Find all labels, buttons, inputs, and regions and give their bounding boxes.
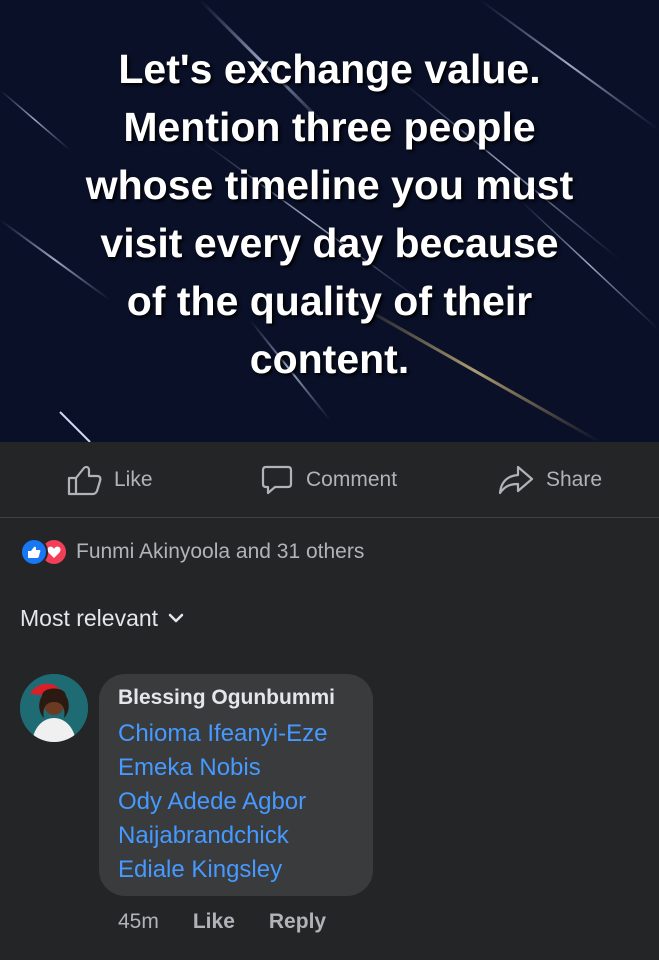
comment-reply-button[interactable]: Reply (269, 910, 326, 934)
comment-button[interactable]: Comment (260, 464, 397, 496)
share-button[interactable]: Share (498, 464, 602, 496)
profile-photo (20, 674, 88, 742)
comment-button-label: Comment (306, 468, 398, 491)
post-action-bar: Like Comment Share (0, 442, 659, 518)
comment-like-button[interactable]: Like (193, 910, 235, 934)
post-text: Let's exchange value. Mention three peop… (30, 40, 629, 388)
like-button[interactable]: Like (66, 464, 153, 496)
comment-bubble[interactable]: Blessing Ogunbummi Chioma Ifeanyi-Eze Em… (99, 674, 373, 896)
like-reaction-icon (20, 538, 48, 566)
mention-link[interactable]: Ediale Kingsley (118, 853, 327, 887)
mention-link[interactable]: Naijabrandchick (118, 819, 327, 853)
post-text-line: Mention three people (123, 104, 536, 150)
reactions-text: Funmi Akinyoola and 31 others (76, 540, 365, 563)
mention-link[interactable]: Emeka Nobis (118, 751, 327, 785)
post-text-line: visit every day because (100, 220, 559, 266)
mention-list: Chioma Ifeanyi-Eze Emeka Nobis Ody Adede… (118, 717, 327, 887)
comment-timestamp[interactable]: 45m (118, 910, 159, 934)
post-text-line: whose timeline you must (85, 162, 574, 208)
share-button-label: Share (546, 468, 603, 491)
comment-author[interactable]: Blessing Ogunbummi (118, 686, 335, 710)
avatar[interactable] (20, 674, 88, 742)
sort-label: Most relevant (20, 604, 159, 631)
share-arrow-icon (498, 465, 534, 495)
post-text-line: of the quality of their (126, 278, 533, 324)
like-button-label: Like (114, 468, 153, 491)
post-image[interactable]: Let's exchange value. Mention three peop… (0, 0, 659, 442)
mention-link[interactable]: Ody Adede Agbor (118, 785, 327, 819)
mention-link[interactable]: Chioma Ifeanyi-Eze (118, 717, 327, 751)
reactions-summary[interactable]: Funmi Akinyoola and 31 others (20, 537, 364, 567)
comment-bubble-icon (261, 465, 293, 495)
post-text-line: content. (249, 336, 410, 382)
thumbs-up-icon (67, 465, 102, 496)
chevron-down-icon (168, 613, 184, 623)
post-text-line: Let's exchange value. (118, 46, 541, 92)
comment-sort-dropdown[interactable]: Most relevant (20, 602, 184, 634)
comment-meta: 45m Like Reply (118, 906, 326, 938)
